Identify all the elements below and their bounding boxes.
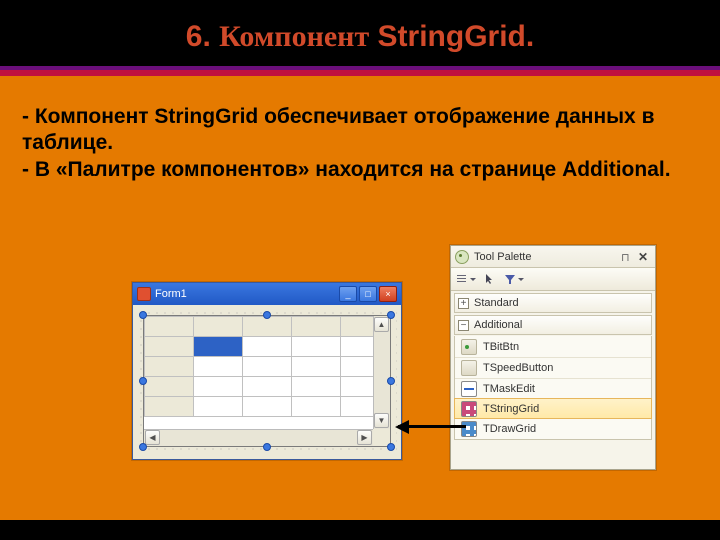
paragraph-1: - Компонент StringGrid обеспечивает отоб…: [22, 104, 690, 157]
scroll-up-button[interactable]: ▲: [374, 317, 389, 332]
title-stringgrid-word: StringGrid.: [378, 20, 535, 53]
selection-handle[interactable]: [263, 443, 271, 451]
body-text: - Компонент StringGrid обеспечивает отоб…: [0, 90, 720, 183]
pin-icon[interactable]: ⊓: [621, 251, 632, 262]
palette-tool-filter[interactable]: [503, 270, 525, 288]
palette-item-tbitbtn[interactable]: TBitBtn: [455, 336, 651, 357]
selection-handle[interactable]: [139, 443, 147, 451]
collapse-icon[interactable]: −: [458, 320, 469, 331]
paragraph-2: - В «Палитре компонентов» находится на с…: [22, 157, 690, 183]
palette-close-icon[interactable]: ✕: [638, 250, 651, 263]
palette-titlebar[interactable]: Tool Palette ⊓ ✕: [451, 246, 655, 268]
pointer-icon: [484, 273, 496, 285]
horizontal-scrollbar[interactable]: ◀ ▶: [144, 429, 373, 446]
form-title: Form1: [155, 288, 339, 300]
palette-tool-pointer[interactable]: [479, 270, 501, 288]
decorative-bars: [0, 66, 720, 90]
tstringgrid-icon: [461, 401, 477, 417]
tmaskedit-icon: [461, 381, 477, 397]
item-label: TBitBtn: [483, 341, 519, 353]
scroll-left-button[interactable]: ◀: [145, 430, 160, 445]
vertical-scrollbar[interactable]: ▲ ▼: [373, 316, 390, 429]
title-component-word: Компонент: [219, 20, 369, 53]
category-additional[interactable]: − Additional: [454, 315, 652, 335]
title-number: 6.: [186, 20, 211, 53]
selection-handle[interactable]: [263, 311, 271, 319]
form-titlebar[interactable]: Form1 _ □ ×: [133, 283, 401, 305]
category-standard[interactable]: + Standard: [454, 293, 652, 313]
item-label: TMaskEdit: [483, 383, 535, 395]
selection-handle[interactable]: [387, 443, 395, 451]
filter-icon: [504, 273, 516, 285]
tool-palette: Tool Palette ⊓ ✕ + Standard − Additional…: [450, 245, 656, 470]
scroll-down-button[interactable]: ▼: [374, 413, 389, 428]
palette-toolbar: [451, 268, 655, 291]
close-button[interactable]: ×: [379, 286, 397, 302]
palette-item-tstringgrid[interactable]: TStringGrid: [454, 398, 652, 419]
form-icon: [137, 287, 151, 301]
palette-tool-categories[interactable]: [455, 270, 477, 288]
scroll-right-button[interactable]: ▶: [357, 430, 372, 445]
minimize-button[interactable]: _: [339, 286, 357, 302]
tbitbtn-icon: [461, 339, 477, 355]
list-icon: [456, 273, 468, 285]
category-label: Additional: [474, 319, 522, 331]
selection-handle[interactable]: [139, 377, 147, 385]
selection-handle[interactable]: [139, 311, 147, 319]
expand-icon[interactable]: +: [458, 298, 469, 309]
tdrawgrid-icon: [461, 421, 477, 437]
category-label: Standard: [474, 297, 519, 309]
stringgrid-component[interactable]: ▲ ▼ ◀ ▶: [143, 315, 391, 447]
item-label: TStringGrid: [483, 403, 539, 415]
palette-item-tspeedbutton[interactable]: TSpeedButton: [455, 357, 651, 378]
annotation-arrow-head: [388, 420, 409, 434]
palette-item-tdrawgrid[interactable]: TDrawGrid: [455, 418, 651, 439]
stringgrid-table: [144, 316, 390, 417]
maximize-button[interactable]: □: [359, 286, 377, 302]
item-label: TSpeedButton: [483, 362, 553, 374]
selection-handle[interactable]: [387, 377, 395, 385]
item-label: TDrawGrid: [483, 423, 536, 435]
selection-handle[interactable]: [387, 311, 395, 319]
form-window: Form1 _ □ × ▲ ▼ ◀ ▶: [132, 282, 402, 460]
slide-title: 6. Компонент StringGrid.: [0, 0, 720, 62]
category-items: TBitBtn TSpeedButton TMaskEdit TStringGr…: [454, 336, 652, 440]
palette-icon: [455, 250, 469, 264]
palette-item-tmaskedit[interactable]: TMaskEdit: [455, 378, 651, 399]
tspeedbutton-icon: [461, 360, 477, 376]
palette-title: Tool Palette: [474, 251, 531, 263]
